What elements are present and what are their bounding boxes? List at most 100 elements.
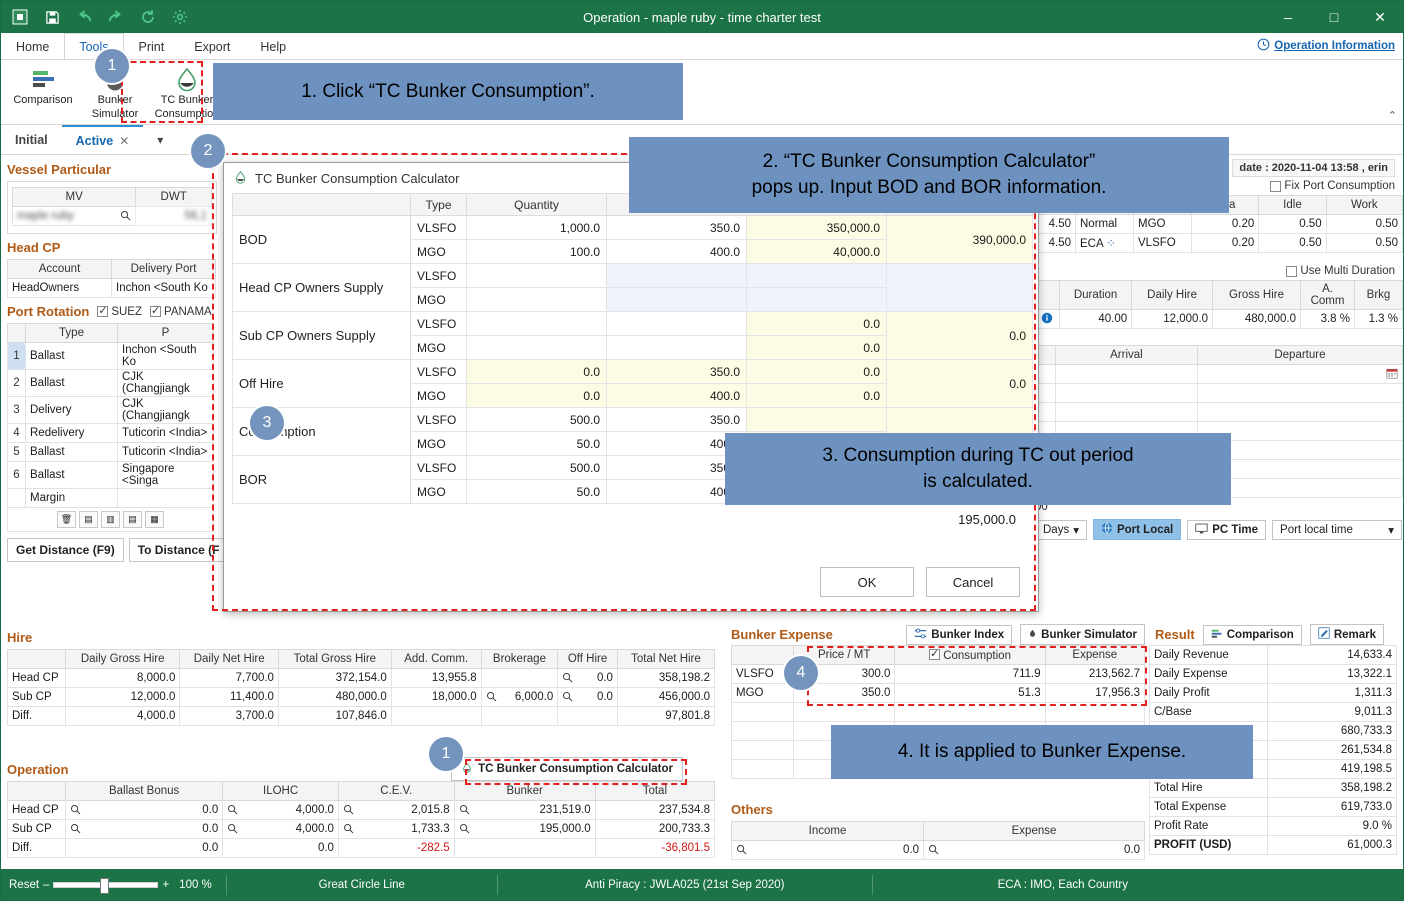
pr-port[interactable]: Inchon <South Ko	[117, 342, 214, 370]
pr-type[interactable]: Ballast	[25, 369, 118, 397]
cons-sea[interactable]: 0.20	[1190, 233, 1260, 253]
hire-total-net[interactable]: 456,000.0	[616, 687, 716, 707]
table-row[interactable]: Head CP 0.0 4,000.0 2,015.8 231,519.0 23…	[7, 800, 716, 820]
table-row[interactable]: Sub CP Owners Supply VLSFO 0.0 0.0	[232, 311, 1033, 360]
bunker-index-button[interactable]: Bunker Index	[906, 624, 1013, 645]
insert-row-above-icon[interactable]: ▤	[79, 511, 98, 528]
ribbon-tab-print[interactable]: Print	[124, 33, 180, 59]
ribbon-button-comparison[interactable]: Comparison	[7, 60, 79, 106]
dur-duration[interactable]: 40.00	[1058, 309, 1133, 329]
hire-off-hire[interactable]: 0.0	[557, 668, 618, 688]
table-row[interactable]	[731, 702, 1146, 722]
cons-work[interactable]: 0.50	[1325, 233, 1404, 253]
table-row[interactable]: 5 Ballast Tuticorin <India>	[7, 442, 214, 462]
table-row[interactable]: 4.50 Normal MGO 0.20 0.50 0.50	[1033, 214, 1404, 234]
cancel-button[interactable]: Cancel	[926, 567, 1020, 597]
dur-daily-hire[interactable]: 12,000.0	[1131, 309, 1214, 329]
others-income[interactable]: 0.0	[730, 840, 925, 860]
table-row[interactable]	[1033, 402, 1404, 422]
table-row[interactable]: 0.0 0.0	[730, 840, 1145, 860]
operation-information-label[interactable]: Operation Information	[1274, 40, 1395, 52]
suez-checkbox[interactable]: SUEZ	[97, 304, 142, 318]
zoom-out-icon[interactable]: –	[43, 879, 49, 891]
port-local-button[interactable]: Port Local	[1092, 519, 1182, 540]
table-row[interactable]: 40.00 12,000.0 480,000.0 3.8 % 1.3 %	[1033, 309, 1403, 329]
hire-total-gross[interactable]: 480,000.0	[277, 687, 392, 707]
hire-add-comm[interactable]: 13,955.8	[390, 668, 482, 688]
table-row[interactable]: Head CP Owners Supply VLSFO	[232, 263, 1033, 312]
close-tab-icon[interactable]: ✕	[119, 134, 129, 148]
pr-port[interactable]: CJK (Changjiangk	[117, 396, 214, 424]
hire-brokerage[interactable]: 6,000.0	[480, 687, 559, 707]
result-remark-button[interactable]: Remark	[1309, 624, 1385, 645]
dlg-quantity[interactable]: 500.0	[466, 455, 607, 480]
op-ballast-bonus[interactable]: 0.0	[64, 800, 224, 820]
get-distance-button[interactable]: Get Distance (F9)	[7, 538, 124, 562]
ribbon-collapse-icon[interactable]: ⌃	[1388, 109, 1397, 122]
dur-brkg[interactable]: 1.3 %	[1354, 309, 1403, 329]
use-multi-duration-checkbox[interactable]: Use Multi Duration	[1286, 265, 1395, 277]
hire-daily-net[interactable]: 11,400.0	[179, 687, 279, 707]
dlg-quantity[interactable]: 1,000.0	[466, 215, 607, 240]
ribbon-tab-help[interactable]: Help	[245, 33, 301, 59]
table-row[interactable]: Head CP 8,000.0 7,700.0 372,154.0 13,955…	[7, 668, 716, 688]
cons-work-left[interactable]: 4.50	[1033, 233, 1076, 253]
zoom-track[interactable]	[53, 877, 159, 894]
to-distance-button[interactable]: To Distance (F	[128, 538, 223, 562]
ribbon-tab-export[interactable]: Export	[179, 33, 245, 59]
result-comparison-button[interactable]: Comparison	[1202, 624, 1302, 645]
hire-off-hire[interactable]: 0.0	[557, 687, 618, 707]
bunker-simulator-button[interactable]: Bunker Simulator	[1020, 624, 1145, 645]
dlg-unit-price[interactable]: 400.0	[606, 383, 747, 408]
dlg-unit-price[interactable]: 350.0	[606, 407, 747, 432]
move-down-icon[interactable]: ▦	[145, 511, 164, 528]
panama-checkbox[interactable]: PANAMA	[150, 304, 212, 318]
op-ilohc[interactable]: 4,000.0	[222, 800, 339, 820]
cons-work-left[interactable]: 4.50	[1033, 214, 1076, 234]
op-ballast-bonus[interactable]: 0.0	[64, 819, 224, 839]
document-tab-initial[interactable]: Initial	[1, 125, 62, 154]
cons-type[interactable]: MGO	[1133, 214, 1192, 234]
maximize-button[interactable]: □	[1311, 1, 1357, 33]
table-row[interactable]: 6 Ballast Singapore <Singa	[7, 461, 214, 489]
table-row[interactable]: BOD VLSFO 1,000.0 350.0 350,000.0 390,00…	[232, 215, 1033, 264]
hire-brokerage[interactable]	[480, 668, 559, 688]
be-consumption[interactable]: 711.9	[894, 664, 1046, 684]
dlg-quantity[interactable]	[466, 287, 607, 312]
cons-idle[interactable]: 0.50	[1258, 233, 1327, 253]
hire-daily-net[interactable]: 7,700.0	[179, 668, 279, 688]
dlg-unit-price[interactable]	[606, 335, 747, 360]
ribbon-tab-home[interactable]: Home	[1, 33, 64, 59]
table-row[interactable]: 4.50 ECA ⁘ VLSFO 0.20 0.50 0.50	[1033, 233, 1404, 253]
hire-add-comm[interactable]: 18,000.0	[390, 687, 482, 707]
vp-mv-cell[interactable]: maple ruby	[11, 206, 137, 226]
pr-port[interactable]: Singapore <Singa	[117, 461, 214, 489]
cons-sea[interactable]: 0.20	[1190, 214, 1260, 234]
redo-icon[interactable]	[105, 6, 127, 28]
op-bunker[interactable]: 231,519.0	[453, 800, 596, 820]
vp-dwt-value[interactable]: 56,1	[135, 206, 212, 226]
document-tab-active[interactable]: Active ✕	[61, 125, 144, 154]
dlg-quantity[interactable]: 500.0	[466, 407, 607, 432]
dur-a-comm[interactable]: 3.8 %	[1300, 309, 1355, 329]
op-cev[interactable]: 1,733.3	[337, 819, 455, 839]
unit-select[interactable]: Days ▾	[1035, 519, 1087, 540]
calendar-icon[interactable]	[1196, 364, 1404, 384]
dlg-quantity[interactable]	[466, 263, 607, 288]
consumption-checkbox-box[interactable]	[929, 647, 940, 660]
dlg-quantity[interactable]	[466, 311, 607, 336]
pr-type[interactable]: Delivery	[25, 396, 118, 424]
hire-daily-gross[interactable]: 12,000.0	[64, 687, 181, 707]
pr-type[interactable]: Margin	[25, 488, 118, 508]
table-row[interactable]: Sub CP 12,000.0 11,400.0 480,000.0 18,00…	[7, 687, 716, 707]
app-icon[interactable]	[9, 6, 31, 28]
time-select[interactable]: Port local time ▾	[1272, 519, 1403, 540]
op-bunker[interactable]: 195,000.0	[453, 819, 596, 839]
reset-zoom-label[interactable]: Reset	[9, 879, 39, 891]
table-row[interactable]: Off Hire VLSFO 0.0 350.0 0.0 0.0	[232, 359, 1033, 408]
settings-icon[interactable]	[169, 6, 191, 28]
table-row[interactable]: Sub CP 0.0 4,000.0 1,733.3 195,000.0 200…	[7, 819, 716, 839]
cons-work[interactable]: 0.50	[1325, 214, 1404, 234]
pr-type[interactable]: Redelivery	[25, 423, 118, 443]
pr-port[interactable]: CJK (Changjiangk	[117, 369, 214, 397]
